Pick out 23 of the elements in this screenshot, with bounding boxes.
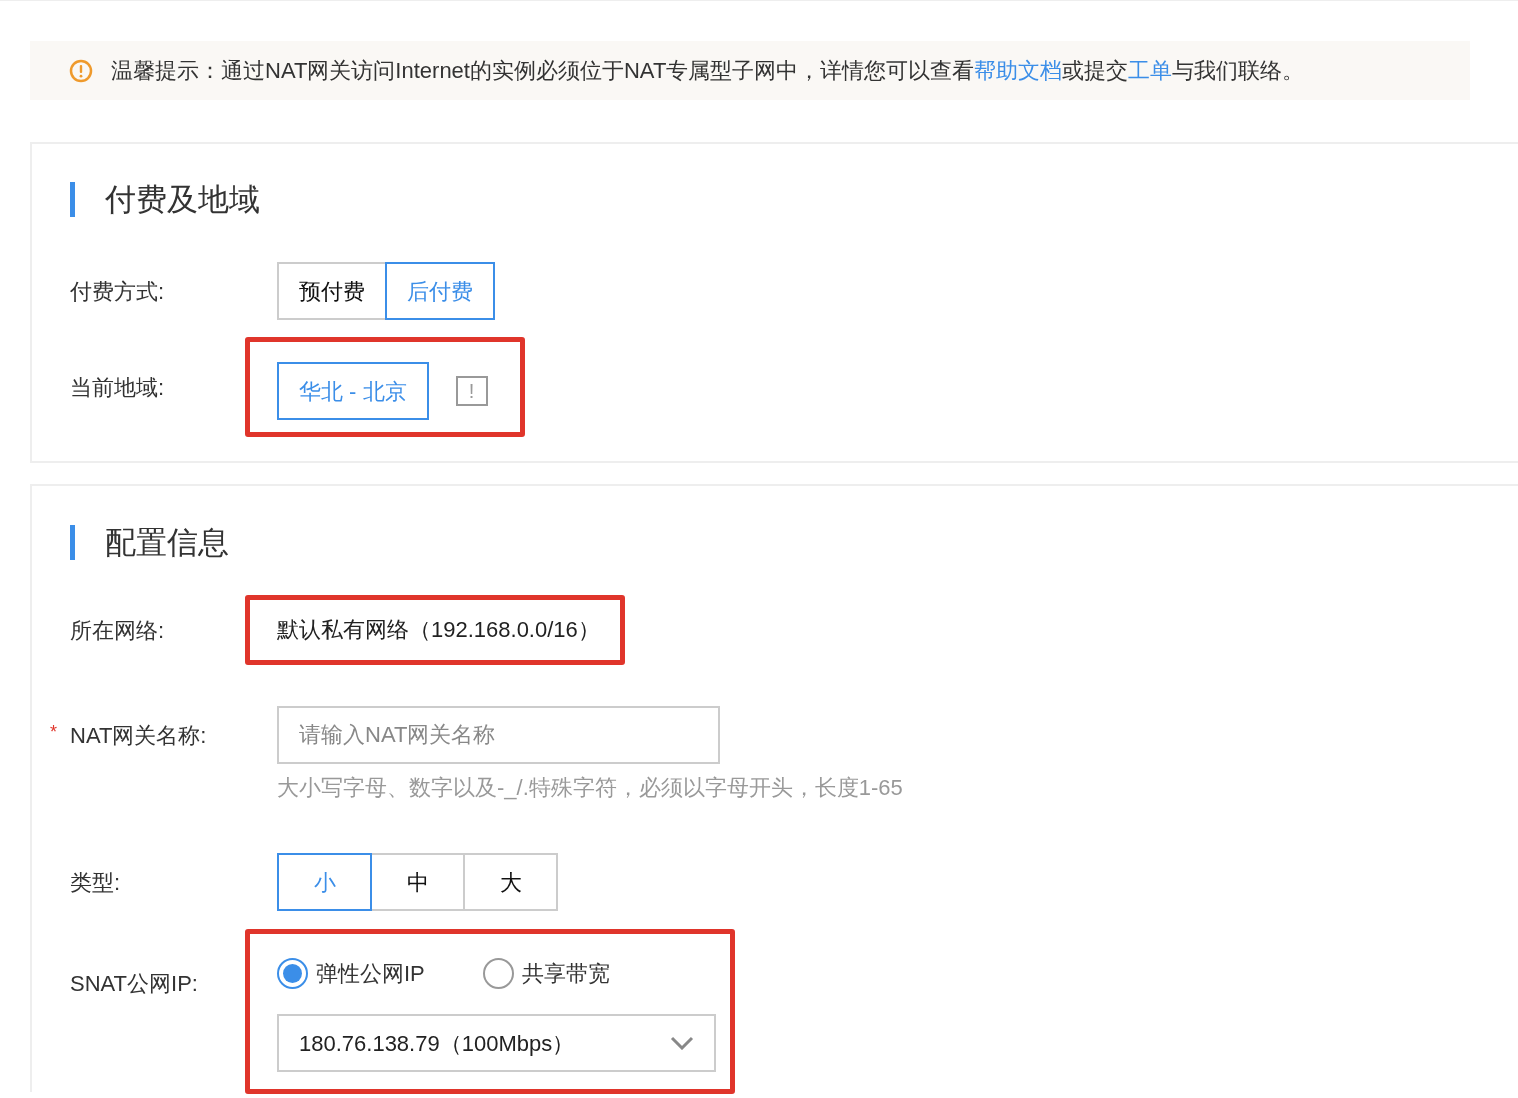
field-label: NAT网关名称: bbox=[70, 721, 207, 750]
required-mark: * bbox=[50, 720, 58, 744]
hint-text: 大小写字母、数字以及-_/.特殊字符，必须以字母开头，长度1-65 bbox=[277, 776, 904, 800]
warning-icon bbox=[69, 58, 93, 83]
name-input-field[interactable]: 请输入NAT网关名称 bbox=[277, 706, 720, 764]
field-label: SNAT公网IP: bbox=[70, 970, 199, 998]
radio-option[interactable]: 共享带宽 bbox=[482, 957, 610, 990]
network-value: 默认私有网络（192.168.0.0/16） bbox=[277, 616, 601, 644]
radio-option[interactable]: 弹性公网IP bbox=[277, 957, 425, 990]
option-button[interactable]: 预付费 bbox=[277, 262, 387, 320]
option-button[interactable]: 大 bbox=[463, 853, 558, 911]
radio-indicator[interactable] bbox=[482, 958, 514, 989]
section-title: 配置信息 bbox=[70, 525, 1518, 560]
field-label: 付费方式: bbox=[70, 277, 166, 306]
option-button[interactable]: 中 bbox=[370, 853, 465, 911]
chevron-down-icon bbox=[670, 1036, 694, 1050]
field-label: 当前地域: bbox=[70, 373, 166, 402]
field-label: 类型: bbox=[70, 868, 122, 897]
field-label: 所在网络: bbox=[70, 616, 166, 645]
ip-select[interactable]: 180.76.138.79（100Mbps） bbox=[277, 1014, 716, 1072]
section-title: 付费及地域 bbox=[70, 182, 1518, 217]
radio-indicator[interactable] bbox=[277, 958, 308, 989]
notice-text: 温馨提示：通过NAT网关访问Internet的实例必须位于NAT专属型子网中，详情您可以查看帮助文档或提交工单与我们联络。 bbox=[111, 57, 1305, 85]
